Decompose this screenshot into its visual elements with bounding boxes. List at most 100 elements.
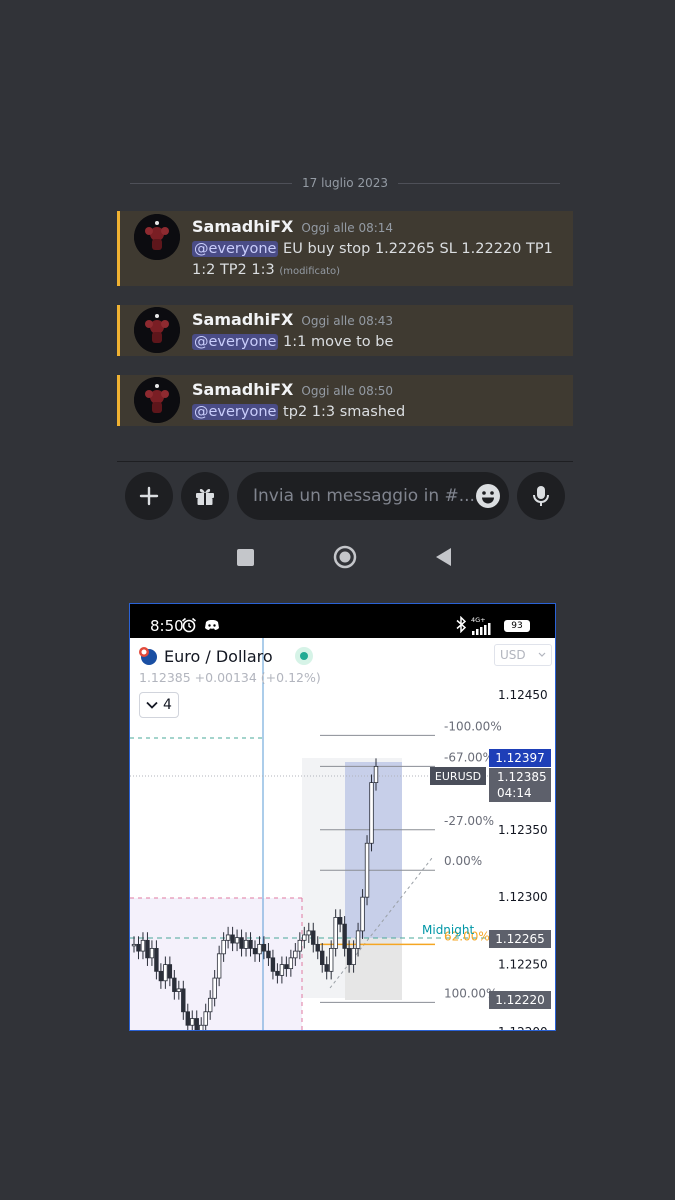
candle-body bbox=[324, 964, 329, 972]
message-text: 1:1 move to be bbox=[278, 334, 394, 350]
candle-body bbox=[199, 1024, 204, 1030]
candle-body bbox=[342, 923, 347, 949]
gift-button[interactable] bbox=[181, 472, 229, 520]
edited-label: (modificato) bbox=[279, 266, 341, 277]
candle-body bbox=[297, 939, 303, 952]
candle-body bbox=[225, 934, 231, 941]
message-item[interactable]: SamadhiFX Oggi alle 08:50 @everyone tp2 1… bbox=[117, 375, 573, 426]
candle-body bbox=[311, 930, 316, 945]
candle-body bbox=[212, 977, 217, 999]
candle-body bbox=[154, 948, 159, 972]
battery-indicator: 93 bbox=[504, 620, 530, 632]
last-price-value: 1.12385 bbox=[497, 770, 547, 784]
candle-body bbox=[140, 939, 146, 952]
message-input-container[interactable] bbox=[237, 472, 509, 520]
candle-body bbox=[346, 948, 352, 965]
candle-body bbox=[207, 997, 213, 1013]
phone-status-bar: 8:50 4G+ 93 bbox=[130, 604, 555, 638]
chart-screenshot[interactable]: 8:50 4G+ 93 -100.00% -67.00% -27.00% 0.0… bbox=[129, 603, 556, 1031]
y-tick-label: 1.12250 bbox=[498, 958, 548, 972]
avatar[interactable] bbox=[134, 377, 180, 423]
status-time: 8:50 bbox=[150, 617, 184, 635]
message-content: @everyone 1:1 move to be bbox=[192, 332, 559, 353]
message-item[interactable]: SamadhiFX Oggi alle 08:14 @everyone EU bu… bbox=[117, 211, 573, 286]
avatar[interactable] bbox=[134, 307, 180, 353]
gift-icon bbox=[196, 488, 214, 505]
candle-body bbox=[203, 1011, 208, 1026]
candle-body bbox=[145, 939, 150, 959]
candle-body bbox=[185, 1011, 190, 1026]
candle-body bbox=[190, 1018, 195, 1026]
candle-body bbox=[261, 943, 267, 952]
candle-body bbox=[364, 842, 370, 898]
timestamp: Oggi alle 08:43 bbox=[301, 314, 394, 328]
voice-button[interactable] bbox=[517, 472, 565, 520]
candle-body bbox=[302, 934, 307, 941]
candle-body bbox=[221, 939, 226, 955]
timestamp: Oggi alle 08:50 bbox=[301, 384, 394, 398]
fib-level-label: -67.00% bbox=[444, 750, 494, 764]
chart-canvas[interactable]: -100.00%-67.00%-27.00%0.00%62.00%100.00%… bbox=[130, 638, 556, 1031]
timestamp: Oggi alle 08:14 bbox=[301, 221, 394, 235]
candle-body bbox=[333, 917, 338, 949]
message-author-row: SamadhiFX Oggi alle 08:43 bbox=[192, 310, 393, 329]
candle-body bbox=[373, 766, 379, 783]
divider-line-right bbox=[398, 182, 561, 184]
candle-body bbox=[266, 950, 271, 959]
avatar[interactable] bbox=[134, 214, 180, 260]
signal-icon bbox=[472, 623, 491, 635]
message-item[interactable]: SamadhiFX Oggi alle 08:43 @everyone 1:1 m… bbox=[117, 305, 573, 356]
currency-value: USD bbox=[500, 648, 526, 662]
price-axis[interactable]: 1.12450 1.12350 1.12300 1.12250 1.12200 bbox=[498, 688, 548, 1031]
y-tick-label: 1.12200 bbox=[498, 1025, 548, 1031]
message-content: @everyone EU buy stop 1.22265 SL 1.22220… bbox=[192, 239, 559, 282]
candle-body bbox=[181, 988, 186, 1013]
candle-body bbox=[270, 957, 276, 972]
emoji-icon[interactable] bbox=[475, 483, 501, 509]
candle-body bbox=[172, 977, 177, 992]
candle-body bbox=[131, 943, 137, 947]
message-content: @everyone tp2 1:3 smashed bbox=[192, 402, 559, 423]
candle-body bbox=[194, 1018, 199, 1030]
market-open-indicator bbox=[294, 647, 313, 665]
candle-body bbox=[288, 957, 294, 970]
entry-price-value: 1.12265 bbox=[495, 932, 545, 946]
mention-everyone[interactable]: @everyone bbox=[192, 334, 279, 350]
square-icon[interactable] bbox=[236, 543, 256, 571]
y-tick-label: 1.12300 bbox=[498, 890, 548, 904]
mention-everyone[interactable]: @everyone bbox=[192, 241, 279, 257]
message-input[interactable] bbox=[253, 486, 475, 506]
candle-body bbox=[328, 948, 334, 972]
candle-body bbox=[351, 948, 356, 965]
author-name[interactable]: SamadhiFX bbox=[192, 217, 293, 236]
currency-select[interactable]: USD bbox=[494, 644, 552, 666]
y-tick-label: 1.12450 bbox=[498, 688, 548, 702]
current-price-value: 1.12397 bbox=[495, 751, 545, 765]
candle-body bbox=[369, 782, 374, 844]
date-divider: 17 luglio 2023 bbox=[130, 173, 561, 193]
candle-body bbox=[136, 943, 141, 952]
symbol-header[interactable]: Euro / Dollaro bbox=[138, 646, 313, 666]
circle-icon[interactable] bbox=[331, 543, 359, 571]
divider-line-left bbox=[130, 182, 292, 184]
tradingview-chart[interactable]: -100.00% -67.00% -27.00% 0.00% 62.00% 100.00%… bbox=[130, 638, 556, 1031]
midnight-label: Midnight bbox=[422, 923, 474, 937]
candle-body bbox=[315, 943, 320, 952]
plus-button[interactable] bbox=[125, 472, 173, 520]
candle-body bbox=[243, 939, 249, 949]
message-author-row: SamadhiFX Oggi alle 08:50 bbox=[192, 380, 393, 399]
candle-body bbox=[248, 939, 253, 949]
stop-price-value: 1.12220 bbox=[495, 993, 545, 1007]
author-name[interactable]: SamadhiFX bbox=[192, 310, 293, 329]
ticker-tag-label: EURUSD bbox=[434, 769, 482, 783]
candle-body bbox=[158, 970, 164, 982]
author-name[interactable]: SamadhiFX bbox=[192, 380, 293, 399]
back-triangle-icon[interactable] bbox=[433, 543, 453, 571]
fib-level-label: -100.00% bbox=[444, 719, 502, 733]
candle-body bbox=[275, 970, 280, 976]
candle-body bbox=[306, 930, 311, 936]
message-text: tp2 1:3 smashed bbox=[278, 404, 406, 420]
interval-selector[interactable]: 4 bbox=[139, 692, 179, 718]
mention-everyone[interactable]: @everyone bbox=[192, 404, 279, 420]
candle-body bbox=[257, 943, 262, 955]
